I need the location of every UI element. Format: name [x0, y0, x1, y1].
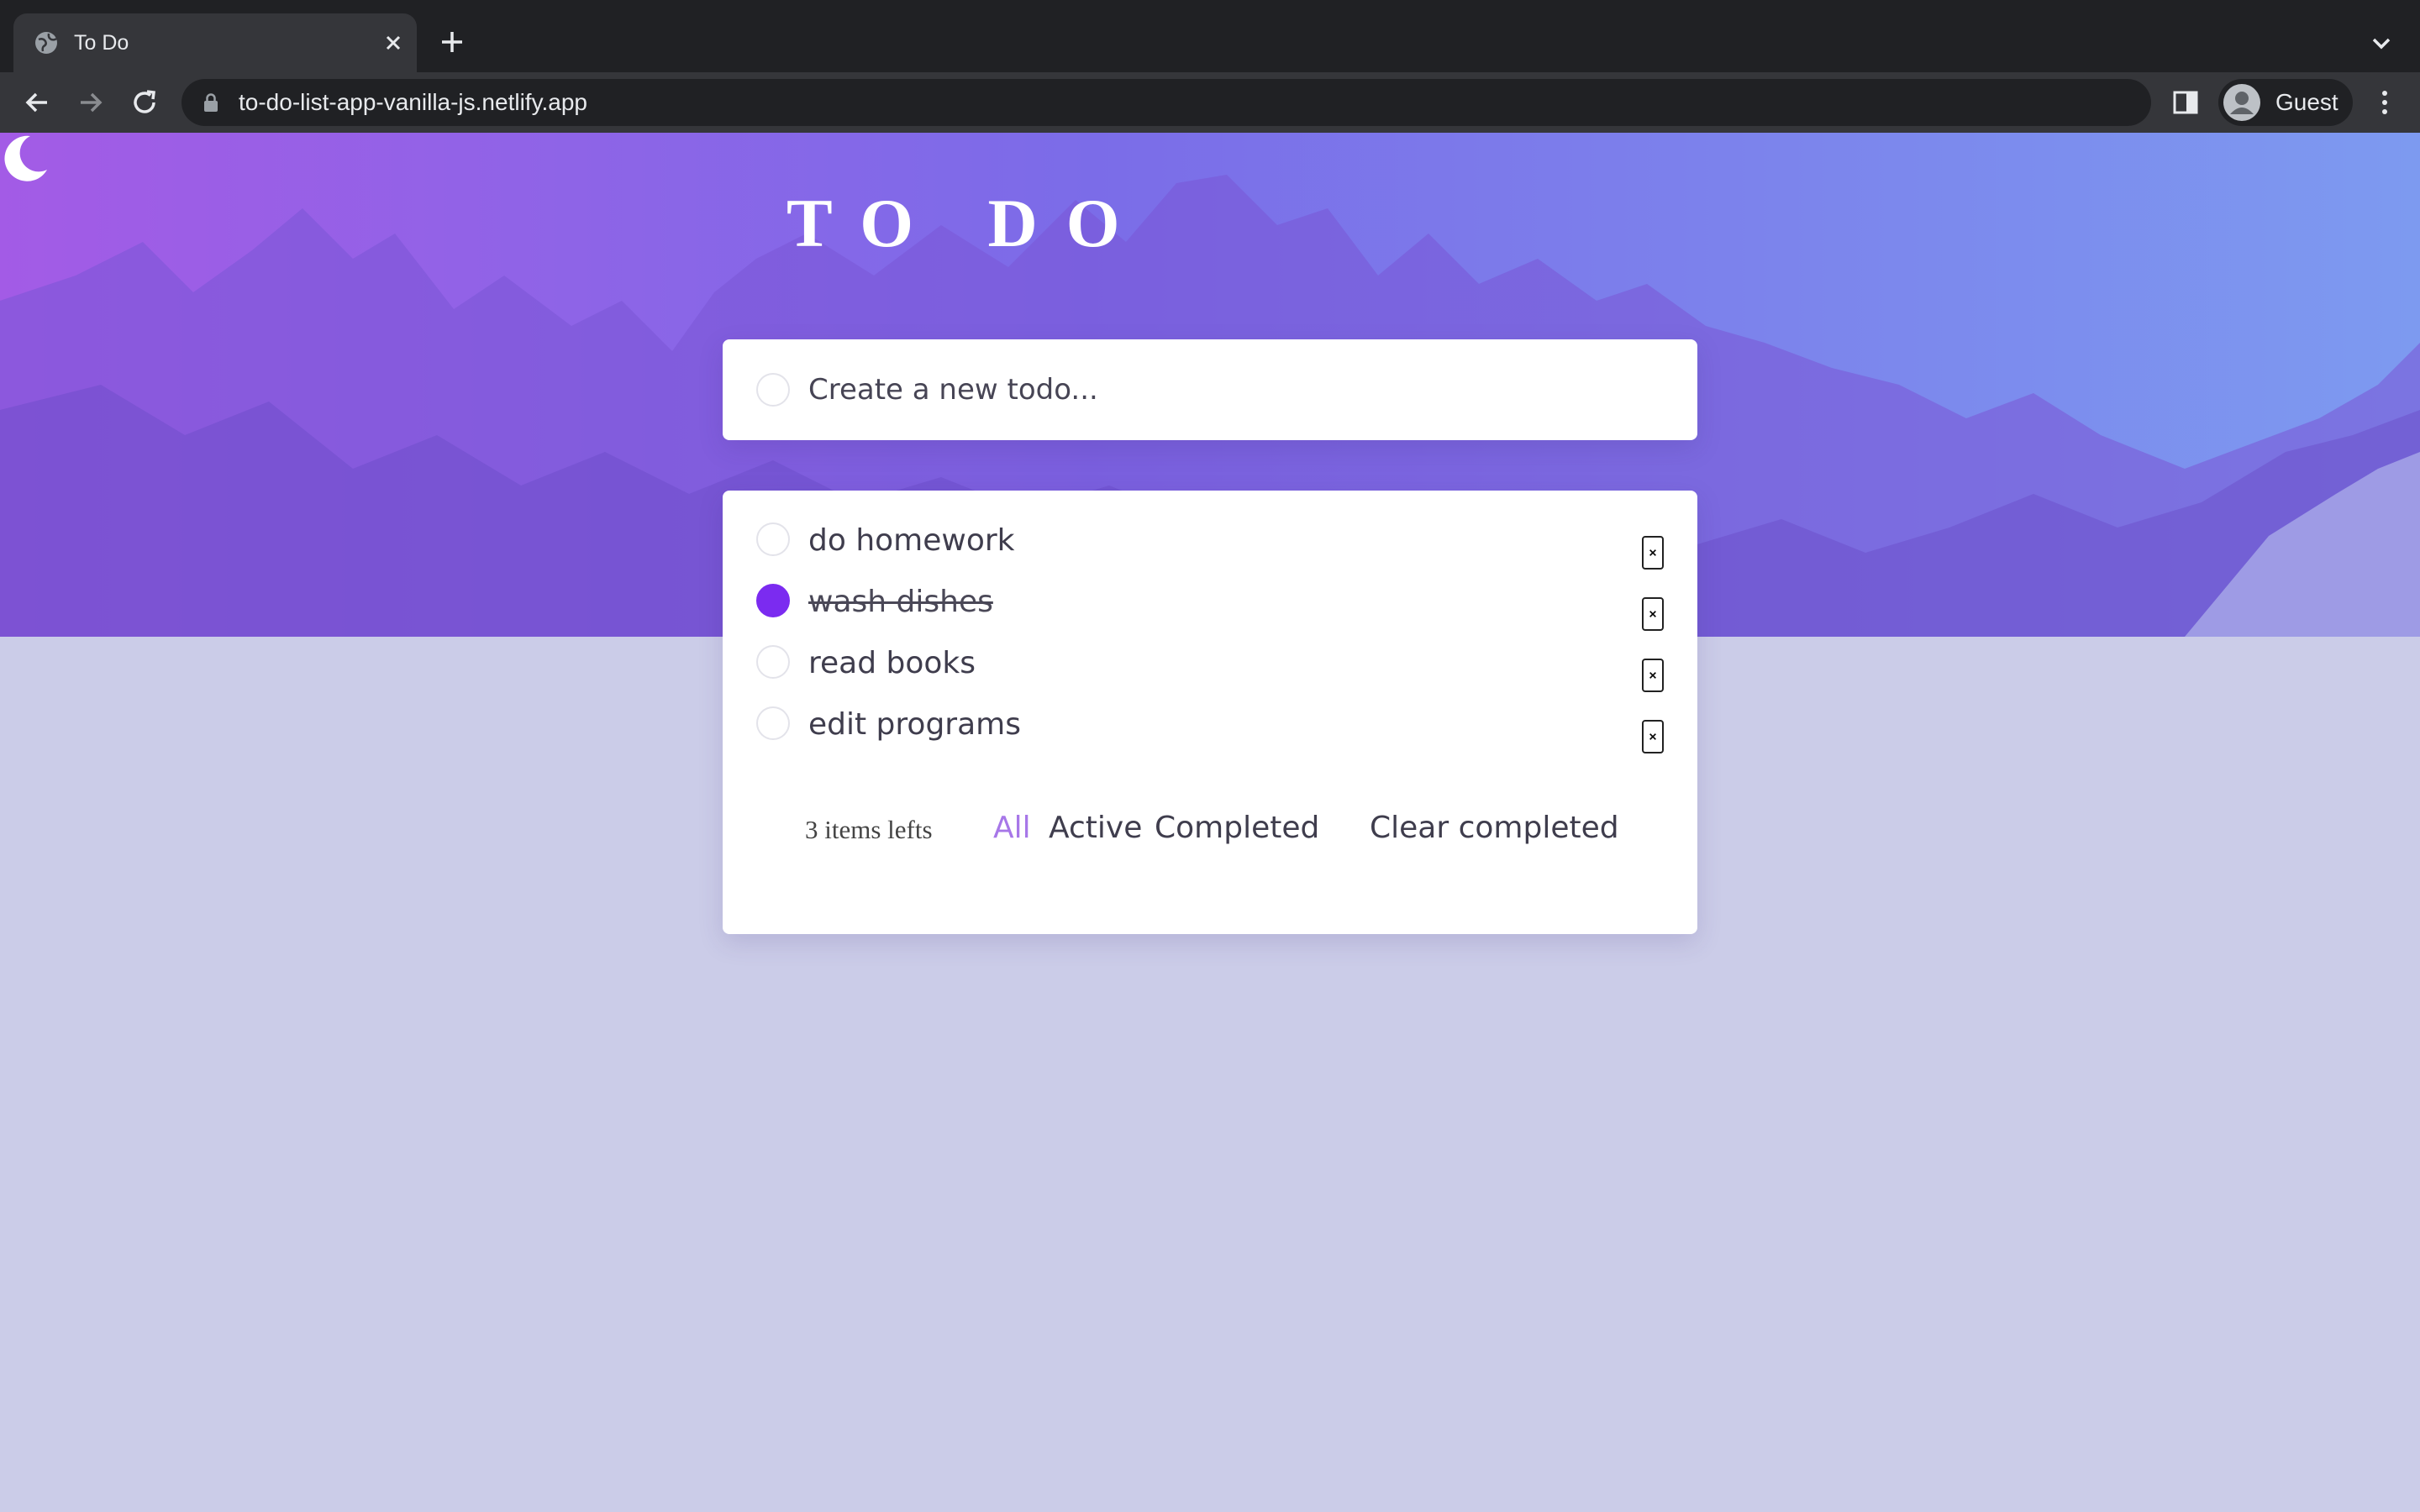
close-icon — [1649, 549, 1656, 556]
new-todo-card — [723, 339, 1697, 440]
todo-check-circle[interactable] — [756, 584, 790, 617]
todo-item: read books — [723, 635, 1697, 692]
todo-check-circle[interactable] — [756, 645, 790, 679]
todo-item: wash dishes — [723, 574, 1697, 631]
chevron-down-icon[interactable] — [2365, 29, 2398, 59]
todo-text[interactable]: read books — [808, 645, 976, 682]
moon-icon[interactable] — [0, 133, 50, 183]
new-todo-check-circle[interactable] — [756, 373, 790, 407]
filter-completed[interactable]: Completed — [1155, 808, 1319, 848]
clear-completed-button[interactable]: Clear completed — [1370, 808, 1619, 848]
todo-text[interactable]: edit programs — [808, 706, 1021, 743]
browser-toolbar: to-do-list-app-vanilla-js.netlify.app Gu… — [0, 72, 2420, 133]
close-icon — [1649, 672, 1656, 679]
forward-arrow-icon[interactable] — [74, 86, 108, 119]
todo-footer: 3 items lefts All Active Completed Clear… — [723, 803, 1697, 853]
filter-active[interactable]: Active — [1049, 808, 1142, 848]
todo-item: do homework — [723, 512, 1697, 570]
tab-title: To Do — [74, 31, 129, 55]
kebab-menu-icon[interactable] — [2368, 86, 2402, 119]
reload-icon[interactable] — [128, 86, 161, 119]
todo-text[interactable]: wash dishes — [808, 584, 993, 621]
profile-name: Guest — [2275, 89, 2338, 115]
close-icon — [1649, 611, 1656, 617]
plus-icon[interactable] — [435, 25, 469, 59]
back-arrow-icon[interactable] — [20, 86, 54, 119]
url-text: to-do-list-app-vanilla-js.netlify.app — [239, 89, 587, 115]
todo-list-card: do homework wash dishes read books edit … — [723, 491, 1697, 934]
todo-item: edit programs — [723, 696, 1697, 753]
delete-todo-button[interactable] — [1642, 536, 1664, 570]
delete-todo-button[interactable] — [1642, 659, 1664, 692]
new-todo-input[interactable] — [808, 363, 1649, 417]
browser-tab-strip: To Do — [0, 0, 2420, 72]
profile-button[interactable]: Guest — [2218, 79, 2353, 126]
avatar-icon — [2223, 84, 2260, 121]
page-viewport: TO DO do homework wash dishes read books — [0, 133, 2420, 1512]
delete-todo-button[interactable] — [1642, 597, 1664, 631]
todo-check-circle[interactable] — [756, 706, 790, 740]
close-icon — [1649, 733, 1656, 740]
todo-check-circle[interactable] — [756, 522, 790, 556]
todo-text[interactable]: do homework — [808, 522, 1015, 559]
lock-icon[interactable] — [202, 92, 220, 113]
app-title: TO DO — [786, 185, 1149, 261]
address-bar[interactable]: to-do-list-app-vanilla-js.netlify.app — [182, 79, 2151, 126]
globe-icon — [35, 32, 57, 54]
filter-all[interactable]: All — [993, 808, 1031, 848]
side-panel-icon[interactable] — [2171, 89, 2202, 116]
items-left-count: 3 items lefts — [805, 815, 933, 844]
delete-todo-button[interactable] — [1642, 720, 1664, 753]
close-icon[interactable] — [378, 28, 408, 58]
browser-tab[interactable]: To Do — [13, 13, 417, 72]
